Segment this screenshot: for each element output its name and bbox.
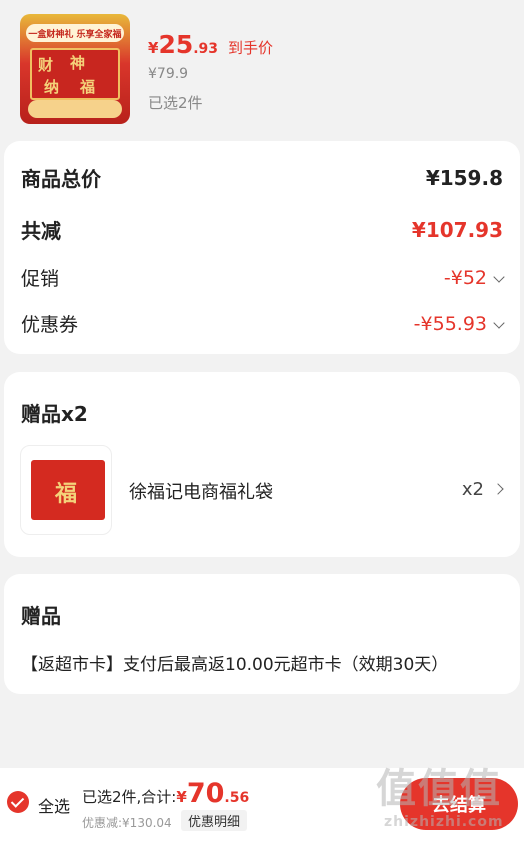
total-sum: 已选2件,合计: ¥ 70 .56 bbox=[82, 778, 249, 809]
sum-currency: ¥ bbox=[176, 788, 187, 806]
sum-decimal: .56 bbox=[224, 790, 250, 806]
sum-integer: 70 bbox=[186, 778, 225, 809]
price-currency: ¥ bbox=[148, 39, 159, 57]
watermark-url: zhizhizhi.com bbox=[384, 814, 504, 830]
gift-box-graphic: 财 神 纳 福 bbox=[30, 48, 120, 100]
total-row: 商品总价 ¥159.8 bbox=[21, 163, 503, 192]
promo-value: -¥52 bbox=[443, 266, 487, 289]
product-header: 一盒财神礼 乐享全家福 财 神 纳 福 ¥ 25 .93 到手价 ¥79.9 已… bbox=[0, 0, 524, 136]
product-image-banner: 一盒财神礼 乐享全家福 bbox=[26, 24, 124, 42]
promo-row[interactable]: 促销 -¥52 bbox=[21, 264, 505, 291]
gift-image[interactable]: 福 bbox=[20, 445, 112, 535]
total-label: 商品总价 bbox=[21, 167, 101, 191]
selected-count: 已选2件 bbox=[148, 94, 203, 112]
gift-quantity[interactable]: x2 bbox=[461, 479, 504, 500]
discount-detail-button[interactable]: 优惠明细 bbox=[181, 810, 248, 831]
discount-text: 优惠减:¥130.04 bbox=[82, 816, 172, 830]
bonus-text: 【返超市卡】支付后最高返10.00元超市卡（效期30天） bbox=[21, 655, 449, 675]
final-price: ¥ 25 .93 到手价 bbox=[148, 30, 273, 59]
box-char-3: 纳 bbox=[44, 78, 60, 96]
gifts-card: 赠品x2 福 徐福记电商福礼袋 x2 bbox=[4, 372, 520, 557]
discount-value: ¥107.93 bbox=[411, 217, 503, 242]
total-value: ¥159.8 bbox=[425, 165, 503, 190]
coupon-row[interactable]: 优惠券 -¥55.93 bbox=[21, 310, 505, 337]
original-price: ¥79.9 bbox=[148, 66, 189, 82]
discount-label: 共减 bbox=[21, 219, 61, 243]
gift-bag-graphic: 福 bbox=[31, 460, 105, 520]
promo-value-wrap[interactable]: -¥52 bbox=[443, 266, 505, 289]
watermark-logo: 值值值 bbox=[376, 766, 502, 812]
select-all-checkbox[interactable] bbox=[7, 791, 29, 813]
select-all-label[interactable]: 全选 bbox=[38, 793, 70, 817]
sum-label: 已选2件,合计: bbox=[82, 788, 177, 806]
coupon-value: -¥55.93 bbox=[413, 312, 487, 335]
gift-bag-char: 福 bbox=[55, 482, 78, 507]
promo-label: 促销 bbox=[21, 268, 60, 290]
coupon-label: 优惠券 bbox=[21, 314, 79, 336]
chevron-down-icon bbox=[493, 316, 505, 329]
discount-row: 共减 ¥107.93 bbox=[21, 215, 503, 244]
box-char-4: 福 bbox=[80, 78, 96, 96]
gift-name[interactable]: 徐福记电商福礼袋 bbox=[129, 478, 273, 504]
chevron-down-icon bbox=[493, 270, 505, 283]
bonus-card: 赠品 【返超市卡】支付后最高返10.00元超市卡（效期30天） bbox=[4, 574, 520, 694]
box-char-1: 财 bbox=[38, 56, 54, 74]
product-image[interactable]: 一盒财神礼 乐享全家福 财 神 纳 福 bbox=[20, 14, 130, 124]
price-integer: 25 bbox=[158, 30, 194, 59]
price-decimal: .93 bbox=[193, 41, 219, 57]
gift-qty-value: x2 bbox=[461, 479, 484, 500]
price-summary-card: 商品总价 ¥159.8 共减 ¥107.93 促销 -¥52 优惠券 -¥55.… bbox=[4, 141, 520, 354]
watermark: 值值值 zhizhizhi.com bbox=[376, 756, 516, 836]
box-char-2: 神 bbox=[70, 54, 86, 72]
chevron-right-icon bbox=[492, 482, 504, 495]
bonus-title: 赠品 bbox=[21, 604, 61, 628]
snack-tray-graphic bbox=[28, 100, 122, 118]
coupon-value-wrap[interactable]: -¥55.93 bbox=[413, 312, 505, 335]
gifts-title: 赠品x2 bbox=[21, 402, 88, 426]
price-tag: 到手价 bbox=[228, 39, 274, 57]
